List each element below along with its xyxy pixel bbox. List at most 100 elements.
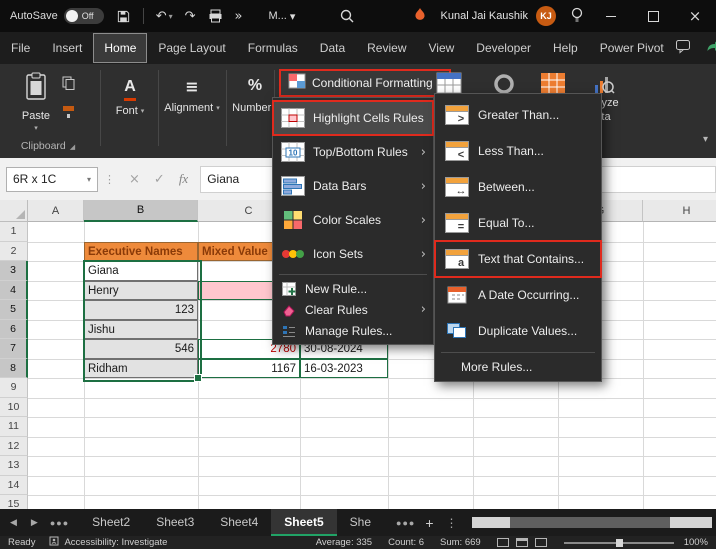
column-header-b[interactable]: B bbox=[84, 200, 198, 222]
paste-button[interactable]: Paste ▾ bbox=[14, 72, 58, 138]
row-header-6[interactable]: 6 bbox=[0, 319, 28, 339]
tab-page-layout[interactable]: Page Layout bbox=[147, 33, 236, 63]
collapse-ribbon-icon[interactable]: ▾ bbox=[703, 134, 708, 145]
next-sheet-icon[interactable]: ▶ bbox=[31, 518, 38, 528]
row-header-9[interactable]: 9 bbox=[0, 378, 28, 398]
zoom-level[interactable]: 100% bbox=[684, 537, 708, 548]
column-header-h[interactable]: H bbox=[643, 200, 716, 222]
more-sheets-right-icon[interactable]: ●●● bbox=[396, 518, 415, 528]
submenu-item-between[interactable]: ↔ Between... bbox=[435, 169, 601, 205]
maximize-button[interactable] bbox=[632, 0, 674, 32]
more-sheets-left-icon[interactable]: ●●● bbox=[50, 518, 69, 528]
cf-menu-item-data-bars[interactable]: Data Bars › bbox=[273, 169, 433, 203]
cf-menu-item-top-bottom-rules[interactable]: 10 Top/Bottom Rules › bbox=[273, 135, 433, 169]
cell-c8[interactable]: 1167 bbox=[198, 358, 300, 378]
submenu-item-more-rules[interactable]: More Rules... bbox=[435, 356, 601, 378]
print-icon[interactable] bbox=[208, 9, 223, 23]
zoom-slider[interactable] bbox=[563, 538, 674, 547]
tab-file[interactable]: File bbox=[0, 33, 41, 63]
autosave-toggle[interactable]: Off bbox=[63, 8, 104, 24]
submenu-item-text-that-contains[interactable]: a Text that Contains... bbox=[434, 240, 602, 278]
cf-menu-item-highlight-cells-rules[interactable]: Highlight Cells Rules› bbox=[272, 100, 436, 136]
tab-view[interactable]: View bbox=[418, 33, 466, 63]
cell-b8[interactable]: Ridham bbox=[84, 358, 198, 378]
sheet-tab-sheet3[interactable]: Sheet3 bbox=[143, 509, 207, 536]
tab-formulas[interactable]: Formulas bbox=[237, 33, 309, 63]
close-button[interactable]: × bbox=[674, 0, 716, 32]
tab-help[interactable]: Help bbox=[542, 33, 589, 63]
status-sum[interactable]: Sum: 669 bbox=[440, 537, 481, 548]
previous-sheet-icon[interactable]: ◀ bbox=[10, 518, 17, 528]
document-title-menu[interactable]: M... ▾ bbox=[269, 10, 296, 23]
row-header-5[interactable]: 5 bbox=[0, 300, 28, 320]
format-painter-icon[interactable] bbox=[62, 105, 75, 124]
row-header-7[interactable]: 7 bbox=[0, 339, 28, 359]
tab-developer[interactable]: Developer bbox=[465, 33, 542, 63]
page-layout-view-icon[interactable] bbox=[515, 538, 528, 547]
row-header-1[interactable]: 1 bbox=[0, 222, 28, 242]
submenu-item-less-than[interactable]: < Less Than... bbox=[435, 133, 601, 169]
row-header-14[interactable]: 14 bbox=[0, 475, 28, 495]
submenu-item-duplicate-values[interactable]: Duplicate Values... bbox=[435, 313, 601, 349]
conditional-formatting-button[interactable]: Conditional Formatting ▾ bbox=[278, 69, 452, 97]
minimize-button[interactable] bbox=[590, 0, 632, 32]
save-icon[interactable] bbox=[116, 9, 131, 24]
submenu-item-a-date-occurring[interactable]: A Date Occurring... bbox=[435, 277, 601, 313]
submenu-item-equal-to[interactable]: = Equal To... bbox=[435, 205, 601, 241]
confirm-entry-icon[interactable]: ✓ bbox=[154, 172, 165, 187]
cancel-entry-icon[interactable]: × bbox=[129, 172, 140, 187]
cf-menu-item-color-scales[interactable]: Color Scales › bbox=[273, 203, 433, 237]
row-header-13[interactable]: 13 bbox=[0, 456, 28, 476]
cf-menu-item-icon-sets[interactable]: Icon Sets › bbox=[273, 237, 433, 271]
cell-b4[interactable]: Henry bbox=[84, 280, 198, 300]
cell-b3[interactable]: Giana bbox=[84, 261, 198, 281]
tab-data[interactable]: Data bbox=[309, 33, 356, 63]
cell-b7[interactable]: 546 bbox=[84, 339, 198, 359]
name-box-resize-handle[interactable]: ⋮ bbox=[104, 173, 115, 186]
cf-menu-item-clear-rules[interactable]: Clear Rules › bbox=[273, 299, 433, 320]
sheet-options-icon[interactable]: ⋮ bbox=[446, 516, 458, 530]
tab-review[interactable]: Review bbox=[356, 33, 417, 63]
row-header-11[interactable]: 11 bbox=[0, 417, 28, 437]
cell-b5[interactable]: 123 bbox=[84, 300, 198, 320]
row-header-12[interactable]: 12 bbox=[0, 436, 28, 456]
insert-function-icon[interactable]: fx bbox=[179, 171, 188, 187]
tab-home[interactable]: Home bbox=[93, 33, 148, 63]
cf-menu-item-manage-rules[interactable]: Manage Rules... bbox=[273, 320, 433, 341]
user-avatar[interactable]: KJ bbox=[536, 6, 556, 26]
tab-power-pivot[interactable]: Power Pivot bbox=[589, 33, 675, 63]
copy-icon[interactable] bbox=[62, 76, 75, 95]
quick-access-overflow-icon[interactable]: » bbox=[235, 9, 243, 24]
lightbulb-icon[interactable] bbox=[570, 7, 584, 26]
undo-icon[interactable]: ↶ ▾ bbox=[156, 9, 173, 24]
cell-b6[interactable]: Jishu bbox=[84, 319, 198, 339]
status-average[interactable]: Average: 335 bbox=[316, 537, 372, 548]
submenu-item-greater-than[interactable]: > Greater Than... bbox=[435, 97, 601, 133]
sheet-tab-she[interactable]: She bbox=[337, 509, 384, 536]
redo-icon[interactable]: ↷ bbox=[185, 9, 196, 24]
page-break-view-icon[interactable] bbox=[534, 538, 547, 547]
font-group-button[interactable]: A Font ▾ bbox=[108, 74, 152, 118]
row-header-8[interactable]: 8 bbox=[0, 358, 28, 378]
fill-handle[interactable] bbox=[194, 374, 202, 382]
zoom-slider-thumb[interactable] bbox=[615, 538, 623, 547]
name-box[interactable]: 6R x 1C ▾ bbox=[6, 166, 98, 192]
add-sheet-button[interactable]: + bbox=[425, 515, 433, 531]
column-header-a[interactable]: A bbox=[28, 200, 84, 222]
scrollbar-thumb[interactable] bbox=[509, 517, 670, 528]
row-header-15[interactable]: 15 bbox=[0, 495, 28, 509]
row-header-4[interactable]: 4 bbox=[0, 280, 28, 300]
row-header-10[interactable]: 10 bbox=[0, 397, 28, 417]
flame-icon[interactable] bbox=[413, 7, 427, 26]
tab-insert[interactable]: Insert bbox=[41, 33, 93, 63]
row-header-2[interactable]: 2 bbox=[0, 241, 28, 261]
share-icon[interactable] bbox=[705, 40, 716, 57]
cell-b2[interactable]: Executive Names bbox=[84, 241, 198, 261]
select-all-corner[interactable] bbox=[0, 200, 28, 222]
row-header-3[interactable]: 3 bbox=[0, 261, 28, 281]
normal-view-icon[interactable] bbox=[496, 538, 509, 547]
sheet-tab-sheet2[interactable]: Sheet2 bbox=[79, 509, 143, 536]
status-count[interactable]: Count: 6 bbox=[388, 537, 424, 548]
horizontal-scrollbar[interactable] bbox=[471, 517, 712, 528]
comments-icon[interactable] bbox=[675, 39, 691, 57]
